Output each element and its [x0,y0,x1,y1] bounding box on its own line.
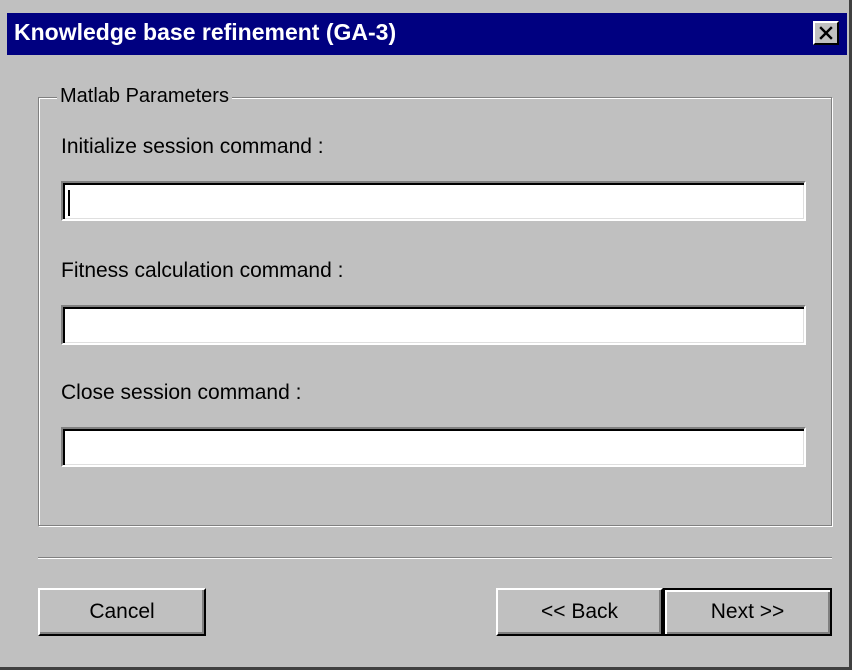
close-session-input[interactable] [61,427,806,467]
title-bar[interactable]: Knowledge base refinement (GA-3) [7,13,847,55]
initialize-session-input[interactable] [61,181,806,221]
window-title: Knowledge base refinement (GA-3) [14,19,397,45]
close-session-label: Close session command : [61,381,302,404]
group-legend: Matlab Parameters [57,85,232,108]
close-button[interactable] [813,21,839,45]
dialog-window: Knowledge base refinement (GA-3) Matlab … [0,0,852,670]
back-button[interactable]: << Back [496,588,663,636]
cancel-button[interactable]: Cancel [38,588,206,636]
close-icon [819,26,833,40]
next-button[interactable]: Next >> [663,588,832,636]
fitness-calculation-input[interactable] [61,305,806,345]
text-caret [68,190,70,216]
initialize-session-label: Initialize session command : [61,135,324,158]
separator [38,557,832,559]
fitness-calculation-label: Fitness calculation command : [61,259,344,282]
